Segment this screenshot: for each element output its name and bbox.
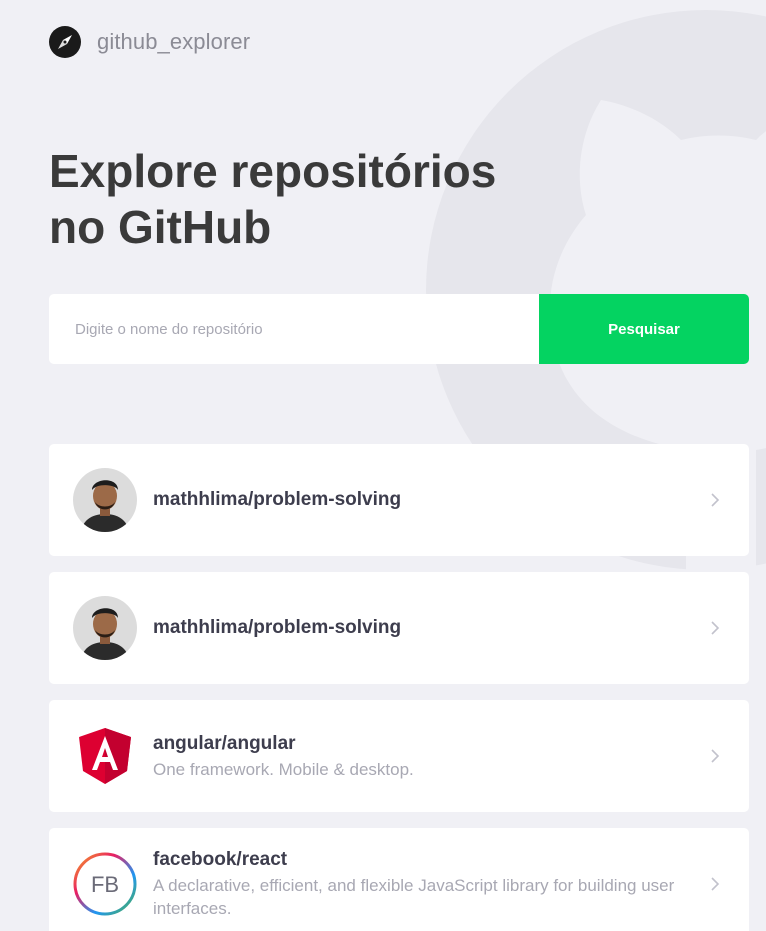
chevron-right-icon [711,493,720,507]
repository-description: One framework. Mobile & desktop. [153,759,414,779]
search-form: Pesquisar [49,294,749,364]
repository-card[interactable]: mathhlima/problem-solving [49,572,749,684]
repository-description: A declarative, efficient, and flexible J… [153,876,675,918]
facebook-logo-text: FB [91,872,119,897]
repository-info: angular/angular One framework. Mobile & … [153,732,725,781]
repository-name: mathhlima/problem-solving [153,617,402,638]
repository-info: facebook/react A declarative, efficient,… [153,848,725,920]
repository-name: facebook/react [153,849,288,870]
user-photo-avatar [73,468,137,532]
page-title-line1: Explore repositórios [49,145,497,197]
compass-icon [49,26,81,58]
search-input[interactable] [49,294,539,364]
repository-list: mathhlima/problem-solving mathhlima/prob… [49,444,749,931]
repository-card[interactable]: FB facebook/react A declarative, efficie… [49,828,749,931]
header: github_explorer [49,26,250,58]
chevron-right-icon [711,621,720,635]
repository-name: mathhlima/problem-solving [153,489,402,510]
page: github_explorer Explore repositórios no … [0,0,766,931]
chevron-right-icon [711,749,720,763]
chevron-right-icon [711,877,720,891]
search-button[interactable]: Pesquisar [539,294,749,364]
page-title-line2: no GitHub [49,201,272,253]
angular-logo-avatar [73,724,137,788]
repository-card[interactable]: angular/angular One framework. Mobile & … [49,700,749,812]
facebook-logo-avatar: FB [73,852,137,916]
page-title: Explore repositórios no GitHub [49,143,569,255]
user-photo-avatar [73,596,137,660]
repository-card[interactable]: mathhlima/problem-solving [49,444,749,556]
repository-name: angular/angular [153,732,296,754]
repository-info: mathhlima/problem-solving [153,488,725,512]
app-name[interactable]: github_explorer [97,29,250,55]
repository-info: mathhlima/problem-solving [153,616,725,640]
